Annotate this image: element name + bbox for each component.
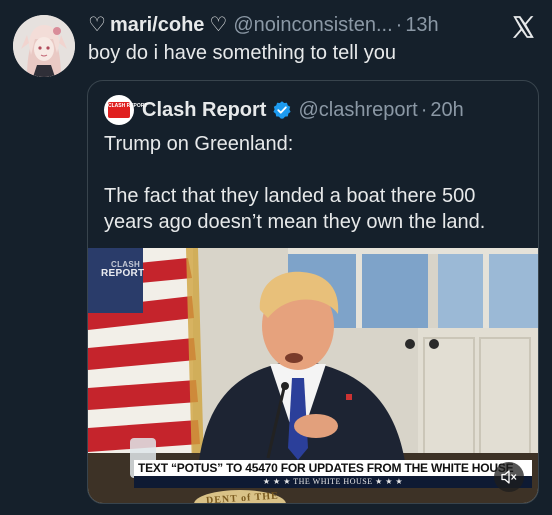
quoted-tweet-header: CLASH REPORT Clash Report @clashreport ·… bbox=[104, 95, 464, 125]
separator-dot: · bbox=[395, 14, 403, 36]
quoted-tweet-text: Trump on Greenland: The fact that they l… bbox=[104, 131, 528, 235]
clash-report-logo: CLASH REPORT bbox=[108, 102, 147, 118]
tweet-card[interactable]: ♡ mari/cohe ♡ @noinconsisten... · 13h bo… bbox=[0, 0, 552, 515]
tweet-text: boy do i have something to tell you bbox=[88, 42, 396, 64]
quoted-text-line: The fact that they landed a boat there 5… bbox=[104, 185, 486, 233]
timestamp[interactable]: 13h bbox=[405, 12, 438, 38]
quoted-tweet[interactable]: CLASH REPORT Clash Report @clashreport ·… bbox=[87, 80, 539, 504]
heart-icon: ♡ bbox=[209, 14, 228, 36]
heart-icon: ♡ bbox=[88, 14, 106, 36]
quoted-user-handle[interactable]: @clashreport bbox=[298, 97, 417, 123]
quoted-display-name[interactable]: Clash Report bbox=[142, 97, 266, 123]
avatar[interactable] bbox=[13, 15, 75, 77]
separator-dot: · bbox=[420, 99, 428, 121]
avatar-illustration bbox=[13, 15, 75, 77]
verified-badge-icon bbox=[273, 101, 292, 119]
speaker-muted-icon bbox=[501, 470, 517, 484]
video-banner: TEXT “POTUS” TO 45470 FOR UPDATES FROM T… bbox=[134, 460, 532, 476]
display-name[interactable]: mari/cohe bbox=[110, 12, 204, 38]
quoted-avatar[interactable]: CLASH REPORT bbox=[104, 95, 147, 125]
video-player[interactable]: CLASH REPORT TEXT “POTUS” TO 45470 FOR U… bbox=[88, 248, 538, 503]
mute-button[interactable] bbox=[494, 462, 524, 492]
clash-report-watermark: CLASH REPORT bbox=[101, 260, 145, 279]
x-logo-icon[interactable] bbox=[510, 14, 536, 40]
user-handle[interactable]: @noinconsisten... bbox=[233, 12, 392, 38]
quoted-text-line: Trump on Greenland: bbox=[104, 133, 294, 155]
video-banner-subtitle: ★ ★ ★ THE WHITE HOUSE ★ ★ ★ bbox=[134, 476, 532, 488]
tweet-header: ♡ mari/cohe ♡ @noinconsisten... · 13h bbox=[88, 12, 439, 38]
quoted-timestamp[interactable]: 20h bbox=[430, 97, 463, 123]
